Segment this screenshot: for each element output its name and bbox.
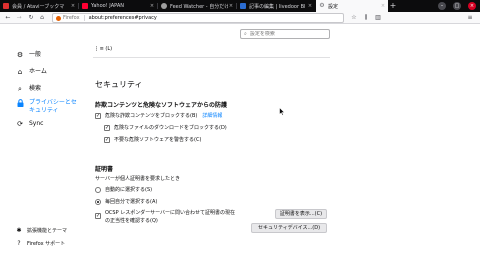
- sidebar-footer-support[interactable]: ? Firefox サポート: [16, 240, 65, 247]
- ocsp-row[interactable]: ✓ OCSP レスポンダーサーバーに問い合わせて証明書の現在 の正当性を確認する…: [95, 209, 235, 225]
- certificate-prompt-label: サーバーが個人証明書を要求したとき: [95, 176, 180, 182]
- sidebar-item-privacy[interactable]: プライバシーとセ キュリティ: [16, 99, 77, 115]
- close-tab-icon[interactable]: ×: [307, 3, 313, 9]
- block-downloads-row[interactable]: ✓ 危険なファイルのダウンロードをブロックする(D): [104, 124, 227, 131]
- close-tab-icon[interactable]: ×: [380, 3, 386, 9]
- livedoor-favicon-icon: [240, 3, 246, 9]
- block-dangerous-row[interactable]: ✓ 危険な詐欺コンテンツをブロックする(B) 詳細情報: [95, 112, 222, 119]
- back-icon[interactable]: ←: [4, 14, 12, 22]
- tab-title: 記事の編集 | livedoor Bl: [249, 3, 306, 10]
- preferences-search[interactable]: ⌕: [240, 29, 330, 39]
- close-tab-icon[interactable]: ×: [149, 3, 155, 9]
- sidebar-item-label-line2: キュリティ: [29, 107, 59, 114]
- sidebar-item-label-line1: プライバシーとセ: [29, 99, 77, 106]
- navigation-bar: ← → ↻ ⌂ Firefox about:preferences#privac…: [0, 12, 480, 24]
- forward-icon[interactable]: →: [15, 14, 23, 22]
- learn-more-link[interactable]: 詳細情報: [202, 112, 222, 119]
- tab-feed-watcher[interactable]: Feed Watcher - 自分だけ ×: [158, 0, 236, 12]
- brand-label: Firefox: [63, 15, 80, 21]
- star-icon[interactable]: ☆: [350, 14, 358, 22]
- tab-title: 設定: [328, 3, 339, 10]
- url-text[interactable]: about:preferences#privacy: [89, 15, 157, 21]
- sidebar-footer-label: Firefox サポート: [27, 241, 66, 247]
- search-icon: ⌕: [18, 84, 22, 93]
- auto-select-label[interactable]: 自動的に選択する(S): [105, 186, 152, 193]
- feed-watcher-favicon-icon: [161, 3, 167, 9]
- sidebar-item-home[interactable]: ⌂ ホーム: [16, 68, 47, 76]
- close-tab-icon[interactable]: ×: [70, 3, 76, 9]
- search-icon: ⌕: [244, 31, 247, 37]
- view-certificates-button[interactable]: 証明書を表示...(C): [275, 209, 327, 219]
- lock-icon: [16, 99, 24, 107]
- auto-select-radio[interactable]: [95, 186, 101, 193]
- sidebar-footer-addons[interactable]: ✱ 拡張機能とテーマ: [16, 227, 67, 234]
- tab-title: Yahoo! JAPAN: [91, 3, 124, 9]
- sidebar-footer-label: 拡張機能とテーマ: [27, 228, 68, 234]
- puzzle-icon: ✱: [16, 226, 22, 234]
- sidebar-toggle-icon[interactable]: ▥: [374, 14, 382, 22]
- gear-icon: ⚙: [16, 51, 24, 59]
- close-tab-icon[interactable]: ×: [228, 3, 234, 9]
- close-window-button[interactable]: ×: [468, 2, 476, 10]
- warn-software-label[interactable]: 不要な危険ソフトウェアを警告する(C): [114, 136, 201, 143]
- maximize-button[interactable]: □: [453, 2, 461, 10]
- window-controls: – □ ×: [438, 0, 476, 12]
- ocsp-label-line1: OCSP レスポンダーサーバーに問い合わせて証明書の現在: [105, 210, 236, 216]
- preferences-sidebar: ⚙ 一般 ⌂ ホーム ⌕ 検索 プライバシーとセ キュリティ ⟳ Sync ✱ …: [0, 25, 92, 261]
- sidebar-item-sync[interactable]: ⟳ Sync: [16, 120, 43, 128]
- minimize-button[interactable]: –: [438, 2, 446, 10]
- identity-box[interactable]: Firefox: [56, 15, 80, 21]
- warn-software-checkbox[interactable]: ✓: [104, 136, 110, 143]
- new-tab-button[interactable]: +: [388, 0, 398, 12]
- security-devices-button[interactable]: セキュリティデバイス...(D): [251, 223, 327, 233]
- ask-every-time-radio[interactable]: [95, 198, 101, 205]
- sidebar-item-label: プライバシーとセ キュリティ: [29, 99, 77, 115]
- url-separator: [83, 15, 85, 21]
- section-title-security: セキュリティ: [95, 80, 143, 89]
- ocsp-checkbox[interactable]: ✓: [95, 213, 101, 219]
- subsection-title-certificates: 証明書: [95, 166, 114, 173]
- ocsp-label-line2: の正当性を確認する(Q): [105, 218, 158, 224]
- block-downloads-checkbox[interactable]: ✓: [104, 124, 110, 131]
- sidebar-item-general[interactable]: ⚙ 一般: [16, 51, 41, 59]
- block-downloads-label[interactable]: 危険なファイルのダウンロードをブロックする(D): [114, 124, 227, 131]
- help-icon: ?: [17, 239, 21, 247]
- sidebar-item-label: ホーム: [29, 68, 47, 75]
- section-divider: [93, 57, 330, 58]
- sync-icon: ⟳: [17, 120, 23, 128]
- library-icon[interactable]: ⫼: [362, 14, 370, 22]
- block-dangerous-checkbox[interactable]: ✓: [95, 112, 101, 119]
- url-bar[interactable]: Firefox about:preferences#privacy: [52, 13, 344, 23]
- firefox-icon: [56, 15, 61, 21]
- sidebar-item-label: 検索: [29, 85, 42, 92]
- warn-software-row[interactable]: ✓ 不要な危険ソフトウェアを警告する(C): [104, 136, 201, 143]
- home-icon[interactable]: ⌂: [38, 14, 46, 22]
- ask-every-time-row[interactable]: 毎回自分で選択する(A): [95, 198, 157, 205]
- preferences-main: ⌕ ┆ ≡ (L) セキュリティ 詐欺コンテンツと危険なソフトウェアからの防護 …: [93, 25, 480, 261]
- reload-icon[interactable]: ↻: [27, 14, 35, 22]
- ask-every-time-label[interactable]: 毎回自分で選択する(A): [105, 198, 157, 205]
- yahoo-favicon-icon: [82, 3, 88, 9]
- auto-select-row[interactable]: 自動的に選択する(S): [95, 186, 152, 193]
- tab-livedoor[interactable]: 記事の編集 | livedoor Bl ×: [237, 0, 315, 12]
- sidebar-item-search[interactable]: ⌕ 検索: [16, 85, 41, 93]
- menu-icon[interactable]: ≡: [466, 14, 474, 22]
- sidebar-item-label: 一般: [29, 51, 42, 58]
- block-dangerous-label[interactable]: 危険な詐欺コンテンツをブロックする(B): [105, 112, 197, 119]
- subsection-title-phishing: 詐欺コンテンツと危険なソフトウェアからの防護: [95, 102, 228, 109]
- tab-title: 会員 / Ataviーブックマ: [12, 3, 65, 10]
- atavi-favicon-icon: [3, 3, 9, 9]
- scrolled-off-content: ┆ ≡ (L): [95, 46, 113, 51]
- tab-atavi[interactable]: 会員 / Ataviーブックマ ×: [0, 0, 78, 12]
- tab-yahoo[interactable]: Yahoo! JAPAN ×: [79, 0, 157, 12]
- tab-settings[interactable]: ⚙ 設定 ×: [316, 0, 388, 12]
- sidebar-item-label: Sync: [29, 120, 44, 127]
- ocsp-label[interactable]: OCSP レスポンダーサーバーに問い合わせて証明書の現在 の正当性を確認する(Q…: [105, 209, 235, 225]
- tab-title: Feed Watcher - 自分だけ: [170, 3, 228, 10]
- gear-icon: ⚙: [319, 2, 325, 9]
- search-input[interactable]: [249, 31, 320, 37]
- home-icon: ⌂: [17, 68, 23, 76]
- tab-strip: 会員 / Ataviーブックマ × Yahoo! JAPAN × Feed Wa…: [0, 0, 480, 12]
